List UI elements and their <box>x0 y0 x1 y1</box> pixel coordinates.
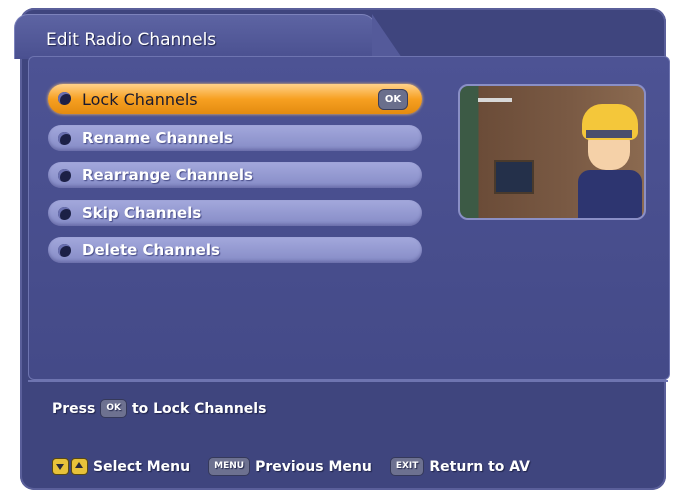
bullet-icon <box>58 244 71 257</box>
bullet-icon <box>58 132 71 145</box>
menu-item-label: Rearrange Channels <box>82 166 253 184</box>
menu-item-label: Rename Channels <box>82 129 233 147</box>
select-menu-label: Select Menu <box>93 458 191 475</box>
menu-item-skip-channels[interactable]: Skip Channels <box>48 200 422 226</box>
ok-key-icon: OK <box>100 399 127 418</box>
menu-item-delete-channels[interactable]: Delete Channels <box>48 237 422 263</box>
hint-bar: Press OK to Lock Channels <box>52 399 266 418</box>
hint-prefix: Press <box>52 400 96 417</box>
ok-key-icon: OK <box>378 89 408 110</box>
osd-bar <box>478 98 512 102</box>
previous-menu-label: Previous Menu <box>255 458 372 475</box>
menu-item-label: Skip Channels <box>82 204 202 222</box>
exit-key-icon: EXIT <box>389 457 425 476</box>
page-title: Edit Radio Channels <box>46 30 217 50</box>
footer-legend: Select Menu MENU Previous Menu EXIT Retu… <box>52 457 530 476</box>
menu-item-rename-channels[interactable]: Rename Channels <box>48 125 422 151</box>
preview-window-shape <box>494 160 534 194</box>
bullet-icon <box>58 92 71 105</box>
menu-key-icon: MENU <box>208 457 251 476</box>
nav-keys <box>52 458 88 475</box>
arrow-up-key-icon <box>71 458 88 475</box>
arrow-down-key-icon <box>52 458 69 475</box>
menu-item-label: Lock Channels <box>82 90 198 109</box>
divider <box>28 380 668 382</box>
hint-suffix: to Lock Channels <box>131 400 267 417</box>
return-label: Return to AV <box>429 458 530 475</box>
menu-item-lock-channels[interactable]: Lock Channels OK <box>48 84 422 114</box>
bullet-icon <box>58 169 71 182</box>
bullet-icon <box>58 207 71 220</box>
video-preview <box>458 84 646 220</box>
menu-item-rearrange-channels[interactable]: Rearrange Channels <box>48 162 422 188</box>
menu-item-label: Delete Channels <box>82 241 220 259</box>
title-tab-slant <box>372 14 402 58</box>
preview-character <box>578 104 642 218</box>
